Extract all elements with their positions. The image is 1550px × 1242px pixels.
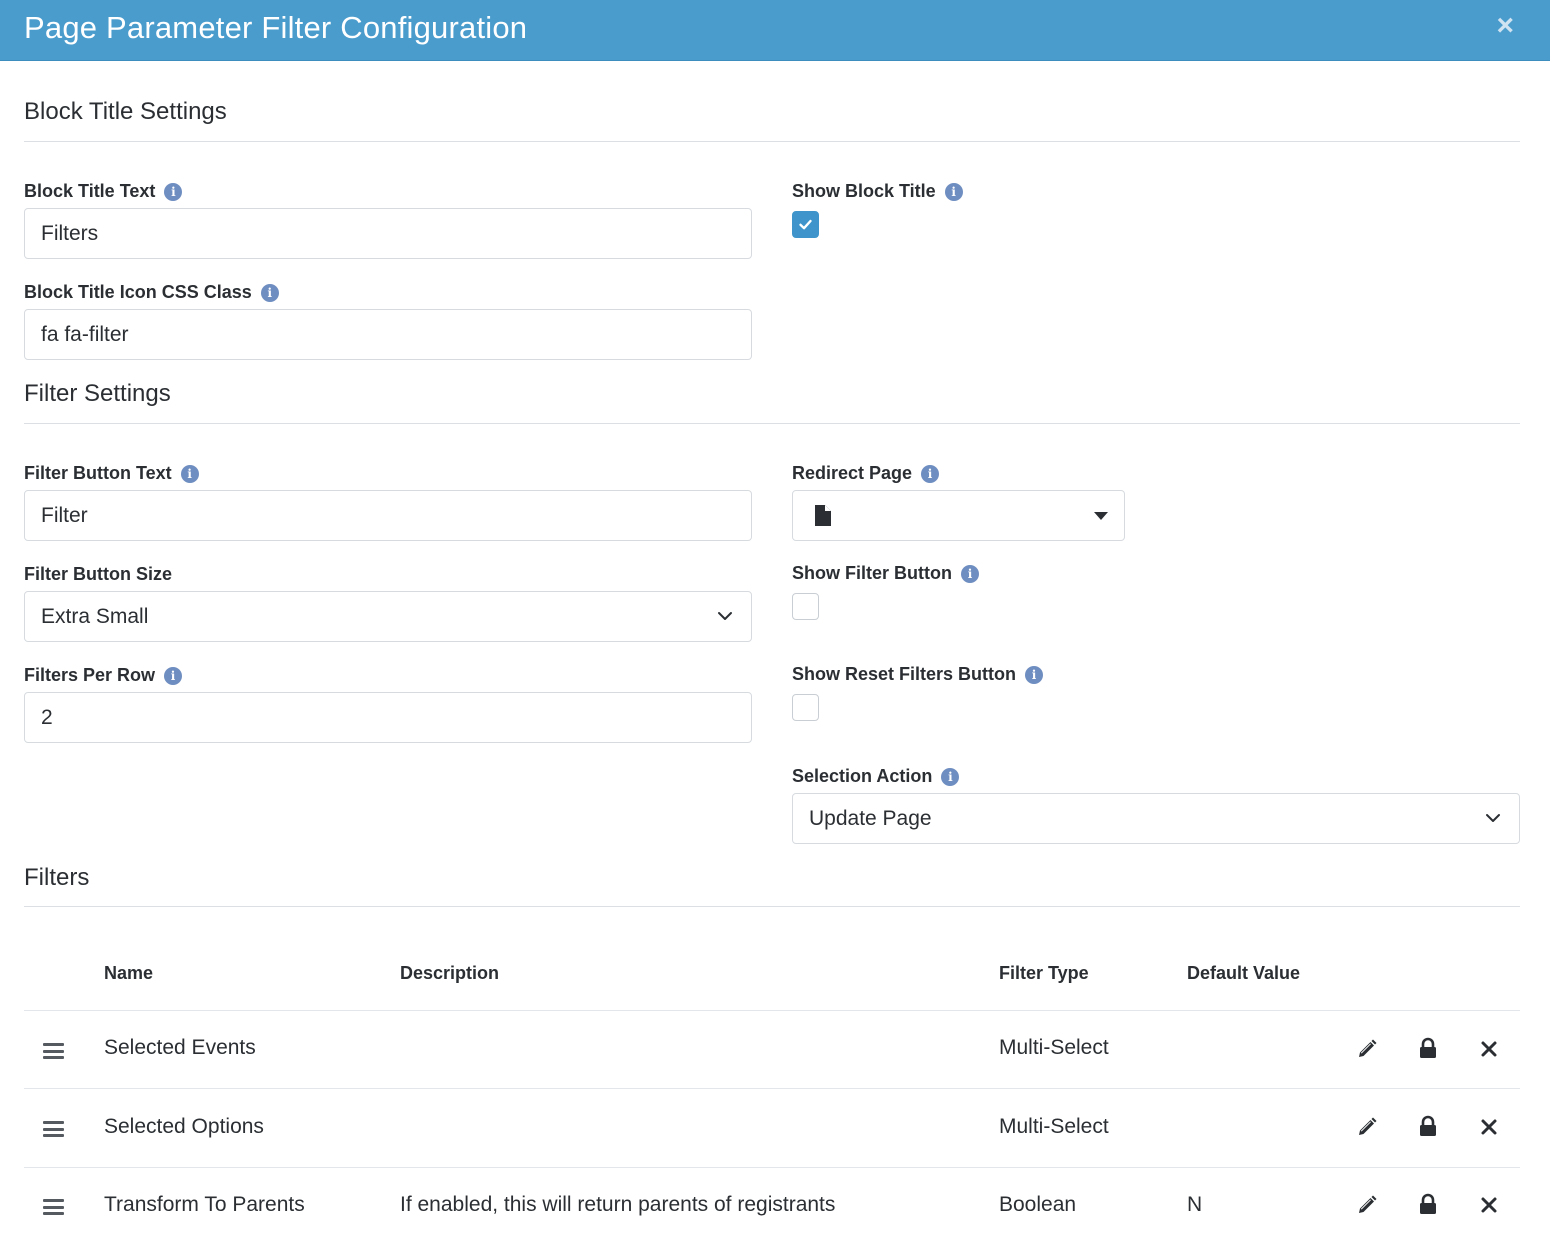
row-filter-type: Multi-Select — [999, 1036, 1109, 1059]
block-title-icon-css-class-label: Block Title Icon CSS Class i — [24, 282, 279, 303]
pencil-icon[interactable] — [1356, 1038, 1378, 1060]
column-header-description[interactable]: Description — [400, 963, 499, 984]
drag-handle-icon[interactable] — [43, 1199, 64, 1215]
row-filter-type: Multi-Select — [999, 1115, 1109, 1138]
delete-icon[interactable] — [1478, 1194, 1500, 1216]
row-filter-type: Boolean — [999, 1193, 1077, 1216]
filters-per-row-input[interactable]: 2 — [24, 692, 752, 743]
filters-per-row-label: Filters Per Row i — [24, 665, 183, 686]
caret-down-icon — [1094, 512, 1108, 520]
row-name: Selected Options — [104, 1115, 264, 1138]
info-icon[interactable]: i — [164, 182, 183, 201]
row-description: If enabled, this will return parents of … — [400, 1193, 836, 1216]
column-header-default-value[interactable]: Default Value — [1187, 963, 1300, 984]
selection-action-select[interactable]: Update Page — [792, 793, 1520, 844]
block-title-text-input[interactable]: Filters — [24, 208, 752, 259]
show-reset-filters-button-label: Show Reset Filters Button i — [792, 664, 1044, 685]
filter-button-text-input[interactable]: Filter — [24, 490, 752, 541]
row-name: Selected Events — [104, 1036, 256, 1059]
delete-icon[interactable] — [1478, 1116, 1500, 1138]
block-title-text-label: Block Title Text i — [24, 181, 183, 202]
redirect-page-label: Redirect Page i — [792, 463, 940, 484]
divider — [24, 1088, 1520, 1089]
show-reset-filters-button-checkbox[interactable] — [792, 694, 819, 721]
row-default-value: N — [1187, 1193, 1203, 1216]
lock-icon[interactable] — [1417, 1037, 1439, 1059]
redirect-page-picker[interactable] — [792, 490, 1125, 541]
section-title-filters: Filters — [24, 864, 90, 891]
delete-icon[interactable] — [1478, 1038, 1500, 1060]
show-block-title-label: Show Block Title i — [792, 181, 963, 202]
file-icon — [815, 505, 831, 526]
chevron-down-icon — [718, 612, 732, 620]
block-title-icon-css-class-input[interactable]: fa fa-filter — [24, 309, 752, 360]
info-icon[interactable]: i — [921, 464, 940, 483]
column-header-filter-type[interactable]: Filter Type — [999, 963, 1089, 984]
info-icon[interactable]: i — [941, 767, 960, 786]
section-title-block-title-settings: Block Title Settings — [24, 98, 227, 125]
info-icon[interactable]: i — [944, 182, 963, 201]
close-icon[interactable]: × — [1496, 11, 1514, 41]
drag-handle-icon[interactable] — [43, 1043, 64, 1059]
lock-icon[interactable] — [1417, 1193, 1439, 1215]
modal-header: Page Parameter Filter Configuration × — [0, 0, 1550, 61]
divider — [24, 141, 1520, 142]
row-name: Transform To Parents — [104, 1193, 305, 1216]
column-header-name[interactable]: Name — [104, 963, 153, 984]
check-icon — [799, 219, 812, 230]
divider — [24, 423, 1520, 424]
show-filter-button-label: Show Filter Button i — [792, 563, 979, 584]
lock-icon[interactable] — [1417, 1115, 1439, 1137]
filter-button-size-label: Filter Button Size — [24, 564, 172, 584]
drag-handle-icon[interactable] — [43, 1121, 64, 1137]
info-icon[interactable]: i — [1025, 665, 1044, 684]
divider — [24, 1010, 1520, 1011]
divider — [24, 906, 1520, 907]
chevron-down-icon — [1486, 814, 1500, 822]
modal-title: Page Parameter Filter Configuration — [24, 10, 528, 45]
info-icon[interactable]: i — [960, 564, 979, 583]
info-icon[interactable]: i — [180, 464, 199, 483]
divider — [24, 1167, 1520, 1168]
selection-action-label: Selection Action i — [792, 766, 960, 787]
info-icon[interactable]: i — [164, 666, 183, 685]
pencil-icon[interactable] — [1356, 1116, 1378, 1138]
info-icon[interactable]: i — [260, 283, 279, 302]
show-filter-button-checkbox[interactable] — [792, 593, 819, 620]
section-title-filter-settings: Filter Settings — [24, 380, 171, 407]
filter-button-size-select[interactable]: Extra Small — [24, 591, 752, 642]
show-block-title-checkbox[interactable] — [792, 211, 819, 238]
pencil-icon[interactable] — [1356, 1194, 1378, 1216]
filter-button-text-label: Filter Button Text i — [24, 463, 199, 484]
